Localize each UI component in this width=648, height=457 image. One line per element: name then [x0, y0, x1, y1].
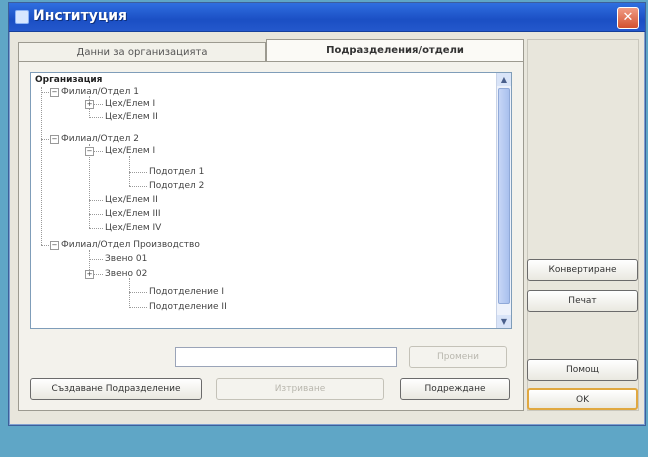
- tree-guide: [89, 117, 103, 118]
- scroll-up-icon[interactable]: ▲: [497, 73, 511, 86]
- help-button[interactable]: Помощ: [527, 359, 638, 381]
- tab-departments[interactable]: Подразделения/отдели: [266, 39, 524, 61]
- collapse-icon[interactable]: −: [50, 241, 59, 250]
- tree-guide: [89, 200, 103, 201]
- tree-node[interactable]: Цех/Елем I: [105, 146, 155, 157]
- tree-node[interactable]: Подотдел 2: [149, 181, 204, 192]
- tree-guide: [89, 214, 103, 215]
- tab-strip: Данни за организацията Подразделения/отд…: [18, 39, 524, 61]
- department-name-input[interactable]: [175, 347, 397, 367]
- delete-button[interactable]: Изтриване: [216, 378, 384, 400]
- close-button[interactable]: ✕: [617, 7, 639, 29]
- title-bar[interactable]: Институция ✕: [9, 3, 645, 32]
- collapse-icon[interactable]: −: [50, 135, 59, 144]
- tree-node[interactable]: Подотдел 1: [149, 167, 204, 178]
- tree-node[interactable]: Филиал/Отдел Производство: [61, 240, 200, 251]
- department-tree[interactable]: − − − + − + Организация Филиал/Отдел 1 Ц…: [30, 72, 512, 329]
- tree-node[interactable]: Филиал/Отдел 1: [61, 87, 139, 98]
- collapse-icon[interactable]: −: [50, 88, 59, 97]
- dialog-window: Институция ✕ Данни за организацията Подр…: [8, 2, 646, 426]
- tree-guide: [41, 87, 42, 245]
- tree-guide: [129, 172, 147, 173]
- tab-organization-data[interactable]: Данни за организацията: [18, 42, 266, 61]
- tree-node[interactable]: Цех/Елем III: [105, 209, 160, 220]
- expand-icon[interactable]: +: [85, 100, 94, 109]
- tree-guide: [89, 259, 103, 260]
- collapse-icon[interactable]: −: [85, 147, 94, 156]
- scroll-down-icon[interactable]: ▼: [497, 315, 511, 328]
- tree-node[interactable]: Звено 01: [105, 254, 147, 265]
- tree-node[interactable]: Цех/Елем IV: [105, 223, 161, 234]
- tree-node[interactable]: Цех/Елем I: [105, 99, 155, 110]
- tree-root[interactable]: Организация: [35, 75, 102, 86]
- tree-node[interactable]: Подотделение II: [149, 302, 227, 313]
- expand-icon[interactable]: +: [85, 270, 94, 279]
- app-icon: [15, 10, 29, 24]
- tree-node[interactable]: Цех/Елем II: [105, 195, 158, 206]
- tree-guide: [129, 307, 147, 308]
- close-icon: ✕: [622, 10, 634, 25]
- departments-panel: − − − + − + Организация Филиал/Отдел 1 Ц…: [18, 61, 524, 411]
- tree-node[interactable]: Цех/Елем II: [105, 112, 158, 123]
- tree-guide: [89, 144, 90, 228]
- rename-button[interactable]: Промени: [409, 346, 507, 368]
- tree-node[interactable]: Филиал/Отдел 2: [61, 134, 139, 145]
- create-department-button[interactable]: Създаване Подразделение: [30, 378, 202, 400]
- tree-node[interactable]: Подотделение I: [149, 287, 224, 298]
- window-title: Институция: [33, 8, 128, 24]
- scroll-thumb[interactable]: [498, 88, 510, 304]
- convert-button[interactable]: Конвертиране: [527, 259, 638, 281]
- ok-button[interactable]: OK: [527, 388, 638, 410]
- side-panel: [527, 39, 639, 411]
- tree-scrollbar[interactable]: ▲ ▼: [496, 73, 511, 328]
- print-button[interactable]: Печат: [527, 290, 638, 312]
- tree-node[interactable]: Звено 02: [105, 269, 147, 280]
- sort-button[interactable]: Подреждане: [400, 378, 510, 400]
- tree-guide: [129, 186, 147, 187]
- tree-guide: [129, 292, 147, 293]
- tree-guide: [129, 156, 130, 186]
- tree-guide: [89, 228, 103, 229]
- tree-guide: [129, 278, 130, 308]
